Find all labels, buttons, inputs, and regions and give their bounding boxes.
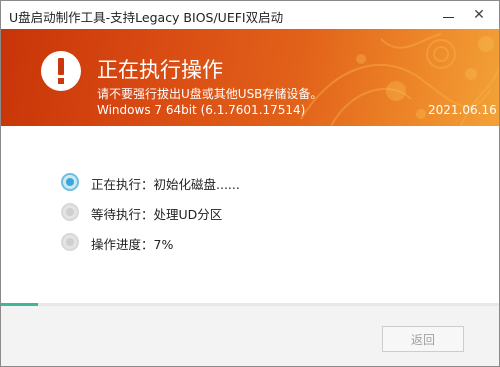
step-active-indicator-icon (61, 173, 79, 191)
close-icon: ✕ (473, 7, 485, 23)
step-label: 正在执行：初始化磁盘...... (91, 177, 240, 192)
minimize-icon (443, 17, 454, 18)
progress-label: 操作进度：7% (91, 237, 174, 252)
minimize-button[interactable] (437, 5, 459, 25)
step-pending-indicator-icon (61, 233, 79, 251)
step-pending-indicator-icon (61, 203, 79, 221)
banner-warning-text: 请不要强行拔出U盘或其他USB存储设备。 (97, 87, 323, 101)
window-title: U盘启动制作工具-支持Legacy BIOS/UEFI双启动 (9, 10, 284, 25)
step-label: 等待执行：处理UD分区 (91, 207, 223, 222)
footer: 返回 (1, 306, 499, 366)
version-date-text: 2021.06.16 (428, 103, 497, 117)
exclamation-icon (41, 51, 81, 91)
back-button[interactable]: 返回 (382, 326, 464, 352)
title-bar[interactable]: U盘启动制作工具-支持Legacy BIOS/UEFI双启动 ✕ (1, 1, 499, 29)
os-version-text: Windows 7 64bit (6.1.7601.17514) (97, 103, 306, 117)
app-window: U盘启动制作工具-支持Legacy BIOS/UEFI双启动 ✕ 正在执行操作 … (0, 0, 500, 367)
banner-title: 正在执行操作 (97, 58, 223, 82)
status-banner: 正在执行操作 请不要强行拔出U盘或其他USB存储设备。 Windows 7 64… (1, 29, 499, 126)
close-button[interactable]: ✕ (468, 5, 490, 25)
